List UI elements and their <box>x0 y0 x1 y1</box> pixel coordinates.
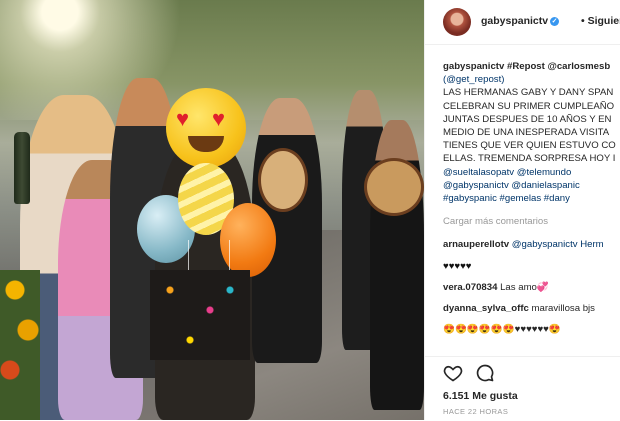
comment-author[interactable]: vera.070834 <box>443 282 497 293</box>
comment-text: Las amo💞 <box>500 281 549 293</box>
post-photo[interactable]: ♥ ♥ <box>0 0 424 420</box>
confetti-skirt <box>150 270 250 360</box>
heart-eyes-emoji: ♥ ♥ <box>166 88 246 168</box>
following-button[interactable]: • Siguiendo <box>581 15 620 27</box>
post-header: gabyspanictv✓ • Siguiendo <box>425 0 620 45</box>
post-side-panel: gabyspanictv✓ • Siguiendo gabyspanictv #… <box>424 0 620 420</box>
caption-line[interactable]: (@get_repost) <box>443 73 620 86</box>
smile-mouth <box>188 136 224 152</box>
caption-line: gabyspanictv #Repost @carlosmesb <box>443 60 620 73</box>
comment: dyanna_sylva_offc maravillosa bjs <box>443 302 620 315</box>
comment: arnauperellotv @gabyspanictv Herm <box>443 238 620 251</box>
like-count[interactable]: 6.151 Me gusta <box>443 390 518 402</box>
post-author[interactable]: gabyspanictv ✓ <box>481 15 560 27</box>
comment-continuation: ♥♥♥♥♥ <box>443 260 472 272</box>
caption-line: TIENES QUE VER QUIEN ESTUVO CO <box>443 140 616 152</box>
caption-mentions[interactable]: @gabyspanictv @danielaspanic <box>443 179 620 192</box>
caption-author[interactable]: gabyspanictv #Repost @carlosmesb <box>443 61 610 72</box>
champagne-bottle <box>14 132 30 204</box>
caption-line: MEDIO DE UNA INESPERADA VISITA <box>443 127 610 139</box>
comment-text: maravillosa bjs <box>531 303 595 315</box>
caption-line: CELEBRAN SU PRIMER CUMPLEAÑO <box>443 100 615 112</box>
post-actions: 6.151 Me gusta HACE 22 HORAS <box>425 356 620 421</box>
post-author-name[interactable]: gabyspanictv <box>481 15 548 27</box>
comment-text: @gabyspanictv Herm <box>511 239 604 251</box>
caption-mentions[interactable]: @sueltalasopatv @telemundo <box>443 166 620 179</box>
caption: gabyspanictv #Repost @carlosmesb (@get_r… <box>443 60 620 205</box>
load-more-comments-link[interactable]: Cargar más comentarios <box>443 215 620 228</box>
caption-line: LAS HERMANAS GABY Y DANY SPAN <box>443 87 614 99</box>
comment-author[interactable]: dyanna_sylva_offc <box>443 303 529 314</box>
sunflowers <box>0 270 40 420</box>
caption-hashtags[interactable]: #gabyspanic #gemelas #dany <box>443 192 620 205</box>
comment-author[interactable]: arnauperellotv <box>443 239 509 250</box>
verified-icon: ✓ <box>550 17 560 26</box>
comment: vera.070834 Las amo💞 <box>443 281 620 294</box>
comment-icon[interactable] <box>475 363 495 383</box>
caption-line: ELLAS. TREMENDA SORPRESA HOY I <box>443 153 616 165</box>
caption-line: JUNTAS DESPUES DE 10 AÑOS Y EN <box>443 113 612 125</box>
heart-left-icon: ♥ <box>176 106 190 131</box>
heart-right-icon: ♥ <box>212 106 226 131</box>
comments-list[interactable]: gabyspanictv #Repost @carlosmesb (@get_r… <box>443 60 620 360</box>
post-timestamp[interactable]: HACE 22 HORAS <box>443 407 508 416</box>
guitar-2 <box>364 158 424 216</box>
comment-continuation: 😍😍😍😍😍😍♥♥♥♥♥♥😍 <box>443 324 561 336</box>
avatar[interactable] <box>443 8 471 36</box>
heart-icon[interactable] <box>443 363 463 383</box>
guitar-1 <box>258 148 308 212</box>
